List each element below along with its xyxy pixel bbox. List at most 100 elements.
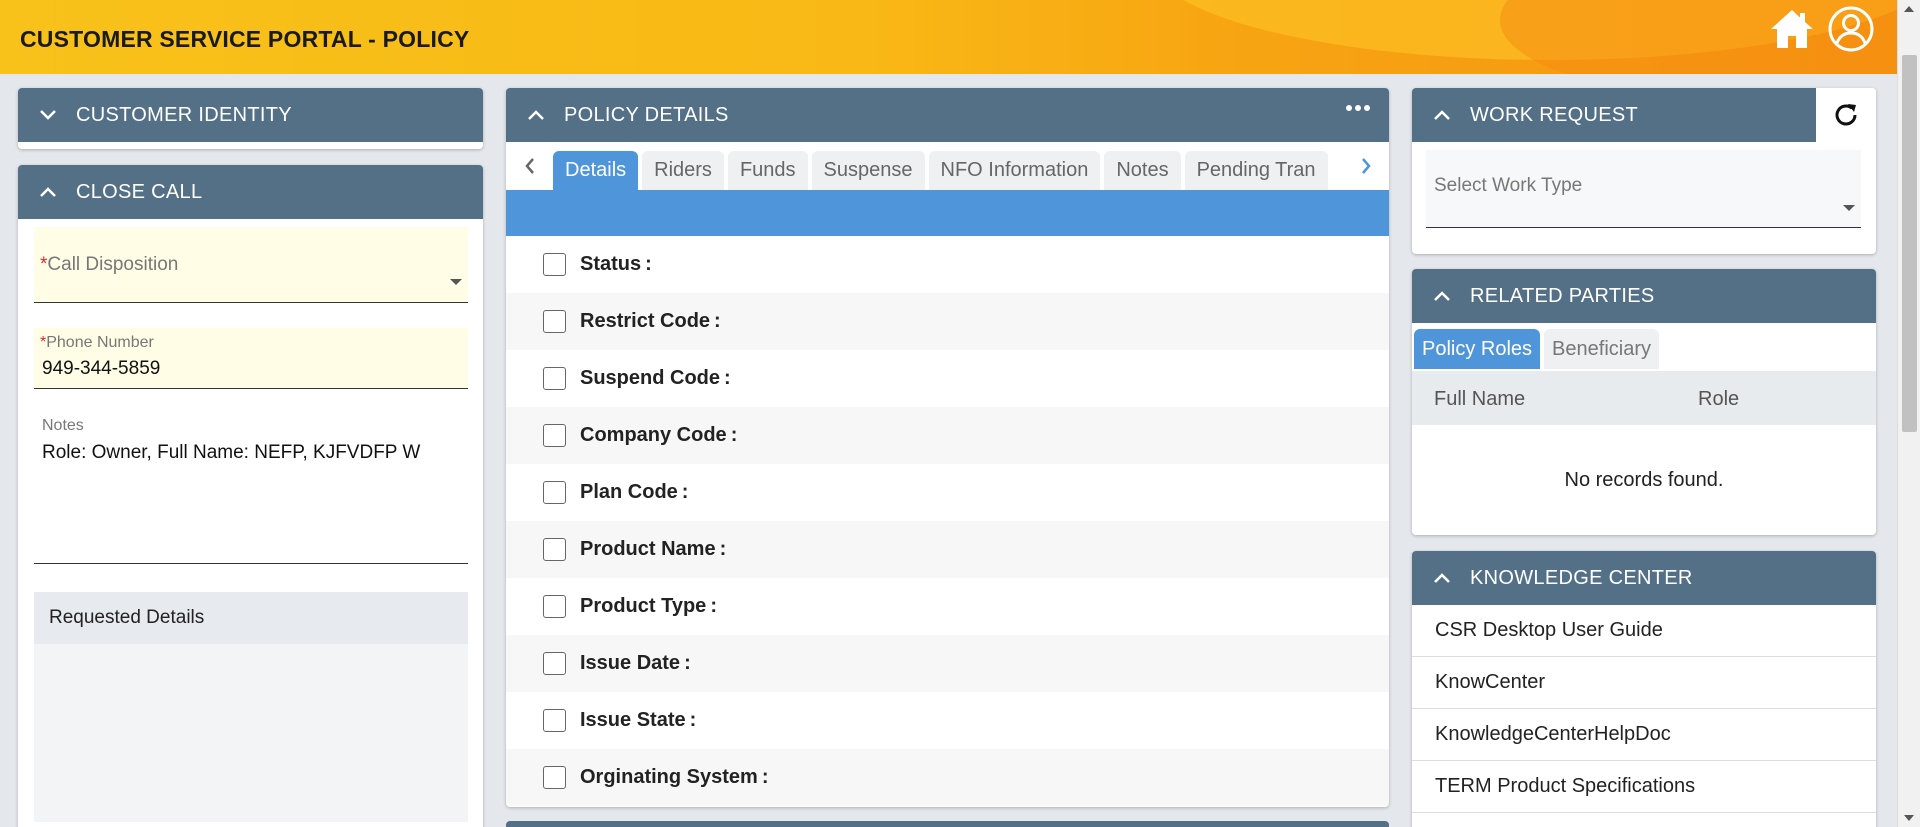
- close-call-panel: CLOSE CALL *Call Disposition *Phone Numb…: [18, 165, 483, 827]
- page-title: CUSTOMER SERVICE PORTAL - POLICY: [20, 26, 470, 52]
- detail-row-separator: :: [685, 709, 697, 731]
- customer-identity-panel: CUSTOMER IDENTITY: [18, 88, 483, 149]
- more-options-icon[interactable]: [1345, 96, 1371, 119]
- scroll-down-arrow-icon[interactable]: [1904, 815, 1914, 821]
- policy-tabs: Details Riders Funds Suspense NFO Informatio…: [553, 151, 1345, 190]
- detail-row-checkbox[interactable]: [543, 310, 566, 333]
- detail-row-separator: :: [710, 310, 721, 332]
- chevron-up-icon[interactable]: [526, 105, 546, 125]
- detail-row-label: Product Name: [580, 538, 716, 560]
- detail-row-checkbox[interactable]: [543, 424, 566, 447]
- refresh-button[interactable]: [1816, 88, 1876, 142]
- detail-row-checkbox[interactable]: [543, 652, 566, 675]
- detail-row-label: Product Type: [580, 595, 707, 617]
- detail-row: Product Type :: [506, 578, 1389, 635]
- detail-row-checkbox[interactable]: [543, 538, 566, 561]
- detail-row: Suspend Code :: [506, 350, 1389, 407]
- detail-row-separator: :: [715, 538, 727, 560]
- tab-suspense[interactable]: Suspense: [811, 151, 925, 190]
- notes-field[interactable]: Notes Role: Owner, Full Name: NEFP, KJFV…: [34, 411, 468, 564]
- next-panel-header-edge: [506, 821, 1389, 827]
- detail-row: Product Name :: [506, 521, 1389, 578]
- customer-identity-title: CUSTOMER IDENTITY: [76, 103, 292, 126]
- work-request-panel: WORK REQUEST Select Work Type: [1412, 88, 1876, 254]
- refresh-icon: [1835, 104, 1857, 126]
- scroll-up-arrow-icon[interactable]: [1904, 6, 1914, 12]
- column-header-role[interactable]: Role: [1698, 388, 1739, 411]
- detail-row-checkbox[interactable]: [543, 709, 566, 732]
- knowledge-center-title: KNOWLEDGE CENTER: [1470, 566, 1693, 589]
- column-header-full-name[interactable]: Full Name: [1434, 388, 1525, 411]
- empty-table-message: No records found.: [1564, 469, 1724, 491]
- customer-identity-header[interactable]: CUSTOMER IDENTITY: [18, 88, 483, 142]
- tab-details[interactable]: Details: [553, 151, 639, 190]
- work-request-header[interactable]: WORK REQUEST: [1412, 88, 1816, 142]
- requested-details-box: Requested Details: [34, 592, 468, 822]
- tab-scroll-left-icon[interactable]: [516, 152, 544, 180]
- detail-row-separator: :: [641, 253, 652, 275]
- close-call-title: CLOSE CALL: [76, 180, 203, 203]
- tab-scroll-right-icon[interactable]: [1352, 152, 1380, 180]
- work-type-select[interactable]: Select Work Type: [1426, 150, 1861, 228]
- detail-row-checkbox[interactable]: [543, 481, 566, 504]
- detail-row-checkbox[interactable]: [543, 367, 566, 390]
- knowledge-center-links: CSR Desktop User Guide KnowCenter Knowledg…: [1412, 605, 1876, 813]
- detail-row: Plan Code :: [506, 464, 1389, 521]
- notes-label: Notes: [42, 417, 84, 434]
- related-parties-table-header: Full Name Role: [1412, 371, 1876, 425]
- policy-tabs-row: Details Riders Funds Suspense NFO Informatio…: [506, 142, 1389, 190]
- close-call-header[interactable]: CLOSE CALL: [18, 165, 483, 219]
- chevron-up-icon[interactable]: [1432, 286, 1452, 306]
- policy-details-header[interactable]: POLICY DETAILS: [506, 88, 1389, 142]
- detail-row-label: Orginating System: [580, 766, 758, 788]
- chevron-up-icon[interactable]: [1432, 105, 1452, 125]
- user-icon[interactable]: [1826, 4, 1876, 54]
- detail-row-label: Company Code: [580, 424, 727, 446]
- policy-details-title: POLICY DETAILS: [564, 103, 729, 126]
- chevron-down-icon[interactable]: [38, 105, 58, 125]
- phone-number-field[interactable]: *Phone Number 949-344-5859: [34, 328, 468, 389]
- detail-row: Issue Date :: [506, 635, 1389, 692]
- policy-detail-list: Status : Restrict Code : Suspend Code : Com…: [506, 236, 1389, 806]
- detail-row-separator: :: [680, 652, 691, 674]
- detail-row: Restrict Code :: [506, 293, 1389, 350]
- detail-row-label: Suspend Code: [580, 367, 721, 389]
- tab-notes[interactable]: Notes: [1104, 151, 1181, 190]
- knowledge-link[interactable]: KnowledgeCenterHelpDoc: [1412, 709, 1876, 761]
- phone-number-value[interactable]: 949-344-5859: [42, 358, 160, 380]
- tab-pending-tran[interactable]: Pending Tran: [1184, 151, 1328, 190]
- detail-row-separator: :: [720, 367, 731, 389]
- tab-policy-roles[interactable]: Policy Roles: [1414, 329, 1541, 369]
- dropdown-caret-icon: [1843, 205, 1855, 211]
- work-request-title: WORK REQUEST: [1470, 103, 1639, 126]
- call-disposition-select[interactable]: *Call Disposition: [34, 227, 468, 303]
- related-parties-title: RELATED PARTIES: [1470, 284, 1655, 307]
- knowledge-link[interactable]: KnowCenter: [1412, 657, 1876, 709]
- knowledge-link[interactable]: TERM Product Specifications: [1412, 761, 1876, 813]
- notes-value[interactable]: Role: Owner, Full Name: NEFP, KJFVDFP W: [42, 442, 420, 464]
- knowledge-center-header[interactable]: KNOWLEDGE CENTER: [1412, 551, 1876, 605]
- detail-row-checkbox[interactable]: [543, 253, 566, 276]
- detail-row: Orginating System :: [506, 749, 1389, 806]
- detail-row: Issue State :: [506, 692, 1389, 749]
- chevron-up-icon[interactable]: [1432, 568, 1452, 588]
- tab-beneficiary[interactable]: Beneficiary: [1544, 329, 1659, 369]
- requested-details-header: Requested Details: [34, 592, 468, 644]
- tab-nfo-information[interactable]: NFO Information: [928, 151, 1101, 190]
- detail-row-label: Issue Date: [580, 652, 681, 674]
- tab-riders[interactable]: Riders: [642, 151, 724, 190]
- call-disposition-label: *Call Disposition: [40, 254, 179, 275]
- app-header: CUSTOMER SERVICE PORTAL - POLICY: [0, 0, 1920, 74]
- related-parties-header[interactable]: RELATED PARTIES: [1412, 269, 1876, 323]
- detail-row-checkbox[interactable]: [543, 766, 566, 789]
- tab-funds[interactable]: Funds: [727, 151, 808, 190]
- chevron-up-icon[interactable]: [38, 182, 58, 202]
- scrollbar-thumb[interactable]: [1902, 55, 1917, 432]
- detail-row-separator: :: [706, 595, 717, 617]
- page-scrollbar[interactable]: [1897, 0, 1920, 827]
- detail-row-label: Issue State: [580, 709, 686, 731]
- knowledge-link[interactable]: CSR Desktop User Guide: [1412, 605, 1876, 657]
- home-icon[interactable]: [1767, 4, 1817, 54]
- knowledge-center-panel: KNOWLEDGE CENTER CSR Desktop User Guide K…: [1412, 551, 1876, 827]
- detail-row-checkbox[interactable]: [543, 595, 566, 618]
